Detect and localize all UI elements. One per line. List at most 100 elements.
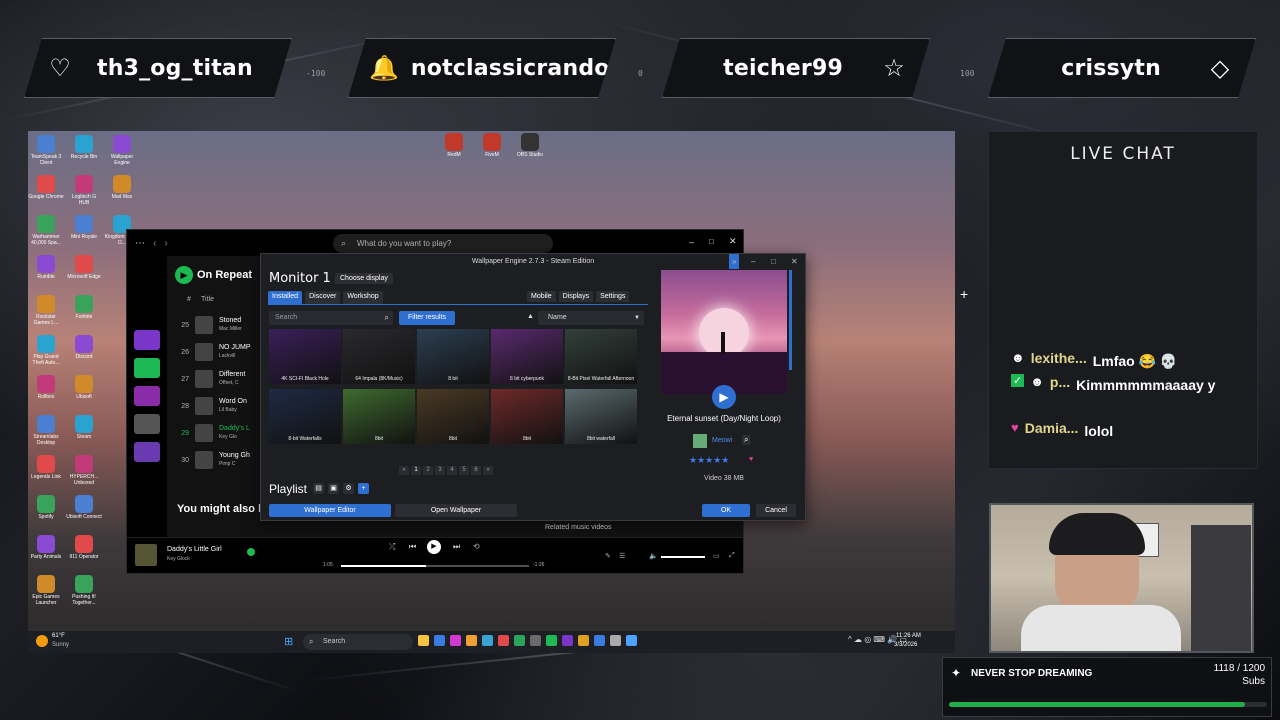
minimize-icon[interactable]: –: [751, 254, 755, 269]
discord-icon[interactable]: [562, 635, 573, 646]
track-row[interactable]: 25 Stoned Mac Miller: [177, 314, 263, 336]
desktop-icon[interactable]: Logitech G HUB: [66, 175, 102, 206]
play-button[interactable]: ▶: [175, 266, 193, 284]
desktop-icon[interactable]: Mad Max: [104, 175, 140, 200]
desktop-icon[interactable]: Ubisoft: [66, 375, 102, 400]
wallpaper-engine-icon[interactable]: [626, 635, 637, 646]
wallpaper-tile[interactable]: 64 Impala (8K/Music): [343, 329, 415, 384]
folder-icon[interactable]: [466, 635, 477, 646]
sidebar-playlist[interactable]: [134, 414, 160, 434]
progress-track[interactable]: [341, 565, 529, 567]
sort-select[interactable]: Name ▼: [538, 311, 644, 325]
cancel-button[interactable]: Cancel: [756, 504, 796, 517]
track-title[interactable]: Daddy's Little Girl: [167, 546, 222, 553]
page-button[interactable]: 3: [435, 466, 445, 475]
page-button[interactable]: 1: [411, 466, 421, 475]
track-row[interactable]: 27 Different Offset, C: [177, 368, 263, 390]
wallpaper-tile[interactable]: 8-Bit Pixel Waterfall Afternoon: [565, 329, 637, 384]
sidebar-playlist[interactable]: [134, 442, 160, 462]
wallpaper-tile[interactable]: 8-bit Waterfalls: [269, 389, 341, 444]
wallpaper-tile[interactable]: 8bit: [417, 389, 489, 444]
desktop-icon[interactable]: Play Grand Theft Auto...: [28, 335, 64, 366]
desktop-icon[interactable]: Rumble: [28, 255, 64, 280]
taskbar-search[interactable]: ⌕ Search: [303, 634, 413, 650]
desktop-icon[interactable]: Spotify: [28, 495, 64, 520]
spotify-search-input[interactable]: ⌕ What do you want to play?: [333, 234, 553, 253]
tab-settings[interactable]: Settings: [596, 291, 630, 302]
edge-icon[interactable]: [482, 635, 493, 646]
choose-display-button[interactable]: Choose display: [335, 273, 393, 284]
maximize-icon[interactable]: □: [709, 237, 714, 246]
shuffle-icon[interactable]: ⤮: [389, 542, 395, 552]
clock-date[interactable]: 3/3/2026: [894, 642, 917, 648]
clock-time[interactable]: 11:26 AM: [896, 633, 921, 639]
we-search-input[interactable]: Search ⌕: [269, 311, 393, 325]
desktop-icon[interactable]: Steam: [66, 415, 102, 440]
app-icon[interactable]: [450, 635, 461, 646]
steam-icon[interactable]: [530, 635, 541, 646]
wallpaper-tile[interactable]: 8 bit cyberpunk: [491, 329, 563, 384]
preview-play-button[interactable]: ▶: [712, 385, 736, 409]
app-icon[interactable]: [514, 635, 525, 646]
page-button[interactable]: »: [483, 466, 493, 475]
menu-icon[interactable]: ⋯: [135, 238, 145, 249]
desktop-icon[interactable]: Party Animals: [28, 535, 64, 560]
previous-icon[interactable]: ⏮: [409, 542, 416, 552]
tab-installed[interactable]: Installed: [268, 291, 303, 304]
add-icon[interactable]: +: [358, 483, 369, 494]
track-row[interactable]: 29 Daddy's L Key Glo: [177, 422, 263, 444]
desktop-icon[interactable]: Streamlabs Desktop: [28, 415, 64, 446]
files-icon[interactable]: [418, 635, 429, 646]
desktop-icon[interactable]: Fortnite: [66, 295, 102, 320]
wallpaper-editor-button[interactable]: Wallpaper Editor: [269, 504, 391, 517]
volume-icon[interactable]: 🔈: [649, 552, 658, 560]
wallpaper-tile[interactable]: 8bit: [491, 389, 563, 444]
desktop-icon[interactable]: Warhammer 40,000 Spa...: [28, 215, 64, 246]
tab-displays[interactable]: Displays: [558, 291, 594, 302]
track-row[interactable]: 26 NO JUMP Lackvill: [177, 341, 263, 363]
desktop-icon[interactable]: Legends Link: [28, 455, 64, 480]
close-icon[interactable]: ✕: [729, 236, 737, 247]
spotify-icon[interactable]: [546, 635, 557, 646]
desktop-icon[interactable]: Ubisoft Connect: [66, 495, 102, 520]
youtube-icon[interactable]: [498, 635, 509, 646]
app-icon[interactable]: [610, 635, 621, 646]
settings-icon[interactable]: ⚙: [343, 483, 354, 494]
saved-check-icon[interactable]: [247, 548, 255, 556]
folder-icon[interactable]: ▤: [313, 483, 324, 494]
tab-mobile[interactable]: Mobile: [527, 291, 556, 302]
save-icon[interactable]: ▣: [328, 483, 339, 494]
fullscreen-icon[interactable]: ⤢: [729, 552, 735, 560]
desktop-icon[interactable]: 911 Operator: [66, 535, 102, 560]
favorite-heart-icon[interactable]: ♥: [749, 456, 753, 463]
forward-icon[interactable]: ›: [164, 238, 167, 249]
browser-icon[interactable]: [434, 635, 445, 646]
tab-workshop[interactable]: Workshop: [343, 291, 383, 304]
desktop-icon[interactable]: Wallpaper Engine: [104, 135, 140, 166]
desktop-icon[interactable]: OBS Studio: [512, 133, 548, 158]
page-button[interactable]: «: [399, 466, 409, 475]
tab-discover[interactable]: Discover: [305, 291, 341, 304]
desktop-icon[interactable]: Epic Games Launcher: [28, 575, 64, 606]
author-link[interactable]: Meowi: [712, 437, 732, 444]
page-button[interactable]: 2: [423, 466, 433, 475]
desktop-icon[interactable]: Rockstar Games L...: [28, 295, 64, 326]
desktop-icon[interactable]: Microsoft Edge: [66, 255, 102, 280]
lyrics-icon[interactable]: ✎: [605, 552, 611, 560]
weather-icon[interactable]: [36, 635, 48, 647]
sidebar-playlist[interactable]: [134, 358, 160, 378]
sidebar-playlist[interactable]: [134, 386, 160, 406]
start-icon[interactable]: ⊞: [284, 635, 293, 648]
play-pause-button[interactable]: ▶: [427, 540, 441, 554]
ok-button[interactable]: OK: [702, 504, 750, 517]
desktop-icon[interactable]: Pushing It! Together...: [66, 575, 102, 606]
search-author-icon[interactable]: ⌕: [742, 435, 751, 445]
back-icon[interactable]: ‹: [153, 238, 156, 249]
desktop-icon[interactable]: HYPERCH... Unboxed: [66, 455, 102, 486]
preview-scrollbar[interactable]: [789, 270, 792, 370]
page-button[interactable]: 5: [459, 466, 469, 475]
repeat-icon[interactable]: ⟲: [473, 542, 480, 551]
desktop-icon[interactable]: Discord: [66, 335, 102, 360]
track-row[interactable]: 30 Young Gh Pimp C: [177, 449, 263, 471]
desktop-icon[interactable]: Recycle Bin: [66, 135, 102, 160]
